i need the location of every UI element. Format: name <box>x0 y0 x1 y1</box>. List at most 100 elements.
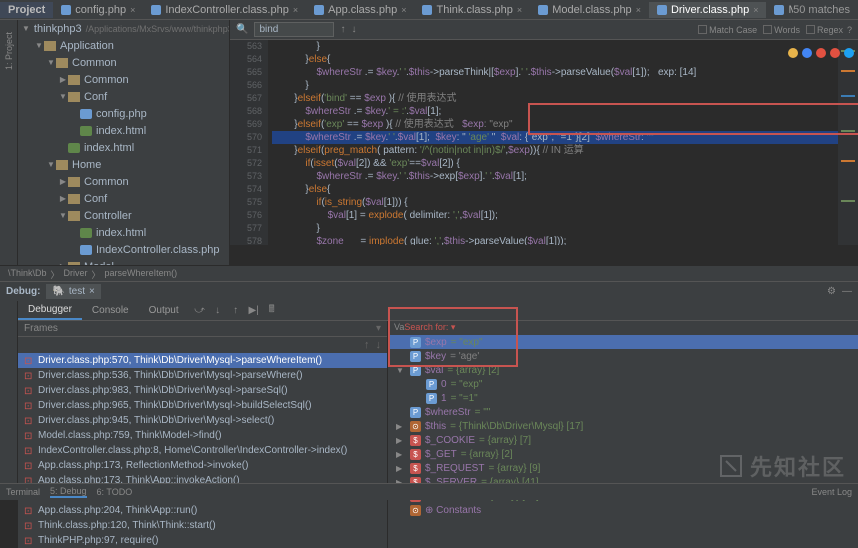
frame-icon: ⊡ <box>24 371 34 381</box>
tree-node[interactable]: ▶Common <box>18 71 229 88</box>
tree-node[interactable]: config.php <box>18 105 229 122</box>
tree-node[interactable]: ▶Common <box>18 173 229 190</box>
variable-row[interactable]: ▶⊙$this = {Think\Db\Driver\Mysql} [17] <box>388 419 858 433</box>
close-icon[interactable]: × <box>517 5 522 15</box>
debug-rail <box>0 301 18 483</box>
stack-frame[interactable]: ⊡App.class.php:173, ReflectionMethod->in… <box>18 458 387 473</box>
file-tab[interactable]: config.php× <box>53 2 143 18</box>
stack-frame[interactable]: ⊡Think.class.php:120, Think\Think::start… <box>18 518 387 533</box>
frame-icon: ⊡ <box>24 401 34 411</box>
project-toolwindow-label[interactable]: Project <box>0 2 53 18</box>
tree-node[interactable]: ▼Application <box>18 37 229 54</box>
frame-icon: ⊡ <box>24 386 34 396</box>
regex-checkbox[interactable] <box>806 25 815 34</box>
close-icon[interactable]: × <box>636 5 641 15</box>
minimap[interactable] <box>838 40 858 245</box>
project-tree[interactable]: ▼thinkphp3/Applications/MxSrvs/www/think… <box>18 20 230 265</box>
match-case-checkbox[interactable] <box>698 25 707 34</box>
tree-node[interactable]: ▼Controller <box>18 207 229 224</box>
code-editor[interactable]: 🔍 ↑ ↓ Match Case Words Regex? 5635645655… <box>230 20 858 265</box>
stack-frame[interactable]: ⊡Driver.class.php:983, Think\Db\Driver\M… <box>18 383 387 398</box>
var-badge-icon: P <box>410 337 421 348</box>
var-badge-icon: P <box>410 365 421 376</box>
tree-node[interactable]: IndexController.class.php <box>18 241 229 258</box>
folder-icon <box>68 75 80 85</box>
debug-config[interactable]: 🐘test× <box>46 284 100 299</box>
nav-up-icon[interactable]: ↑ <box>364 339 370 351</box>
tree-node[interactable]: ▼Home <box>18 156 229 173</box>
stack-frame[interactable]: ⊡IndexController.class.php:8, Home\Contr… <box>18 443 387 458</box>
step-into-icon[interactable]: ↓ <box>211 305 225 316</box>
event-log[interactable]: Event Log <box>811 487 852 497</box>
debug-tool[interactable]: 5: Debug <box>50 486 87 498</box>
file-tab[interactable]: Mysql.class.php× <box>766 2 793 18</box>
debug-toolbar: Debug: 🐘test× ⚙ — <box>0 281 858 301</box>
nav-down-icon[interactable]: ↓ <box>376 339 382 351</box>
stack-frame[interactable]: ⊡Driver.class.php:570, Think\Db\Driver\M… <box>18 353 387 368</box>
variable-row[interactable]: ⊙⊕ Constants <box>388 503 858 517</box>
step-over-icon[interactable]: ⤻ <box>193 305 207 316</box>
breadcrumb[interactable]: \Think\Db〉Driver〉parseWhereItem() <box>0 265 858 281</box>
stack-frame[interactable]: ⊡ThinkPHP.php:97, require() <box>18 533 387 548</box>
frame-icon: ⊡ <box>24 416 34 426</box>
debug-tabs: Debugger Console Output ⤻ ↓ ↑ ▶| 🖩 <box>18 301 858 321</box>
tree-node[interactable]: ▼thinkphp3/Applications/MxSrvs/www/think… <box>18 20 229 37</box>
close-icon[interactable]: × <box>293 5 298 15</box>
variable-row[interactable]: ▼P$val = {array} [2] <box>388 363 858 377</box>
stack-frame[interactable]: ⊡Driver.class.php:536, Think\Db\Driver\M… <box>18 368 387 383</box>
tab-console[interactable]: Console <box>82 302 139 319</box>
find-bar: 🔍 ↑ ↓ Match Case Words Regex? <box>230 20 858 40</box>
variable-row[interactable]: P1 = "=1" <box>388 391 858 405</box>
variable-row[interactable]: ▶$$_COOKIE = {array} [7] <box>388 433 858 447</box>
close-icon[interactable]: × <box>753 5 758 15</box>
code-lines[interactable]: } }else{ $whereStr .= $key.' '.$this->pa… <box>268 40 838 245</box>
var-badge-icon: $ <box>410 435 421 446</box>
stack-frame[interactable]: ⊡Driver.class.php:945, Think\Db\Driver\M… <box>18 413 387 428</box>
tab-debugger[interactable]: Debugger <box>18 301 82 320</box>
run-to-cursor-icon[interactable]: ▶| <box>247 305 261 316</box>
step-out-icon[interactable]: ↑ <box>229 305 243 316</box>
next-match-button[interactable]: ↓ <box>351 24 356 35</box>
close-icon[interactable]: × <box>130 5 135 15</box>
close-icon[interactable]: × <box>401 5 406 15</box>
tree-node[interactable]: index.html <box>18 122 229 139</box>
file-tab[interactable]: Driver.class.php× <box>649 2 767 18</box>
frame-icon: ⊡ <box>24 506 34 516</box>
hide-icon[interactable]: — <box>842 286 852 297</box>
stack-frame[interactable]: ⊡App.class.php:204, Think\App::run() <box>18 503 387 518</box>
frame-icon: ⊡ <box>24 461 34 471</box>
eval-icon[interactable]: 🖩 <box>265 302 279 319</box>
terminal-tool[interactable]: Terminal <box>6 487 40 497</box>
rail-project[interactable]: 1: Project <box>4 32 14 70</box>
frame-icon: ⊡ <box>24 446 34 456</box>
folder-icon <box>68 92 80 102</box>
todo-tool[interactable]: 6: TODO <box>97 487 133 497</box>
folder-icon <box>56 58 68 68</box>
variables-panel: VaSearch for: ▾ P$exp = "exp"P$key = 'ag… <box>388 321 858 548</box>
tree-node[interactable]: ▶Model <box>18 258 229 265</box>
tree-node[interactable]: ▶Conf <box>18 190 229 207</box>
tab-output[interactable]: Output <box>139 302 189 319</box>
folder-icon <box>56 160 68 170</box>
stack-frame[interactable]: ⊡Model.class.php:759, Think\Model->find(… <box>18 428 387 443</box>
variable-row[interactable]: P$key = 'age' <box>388 349 858 363</box>
vars-search-label: Search for: <box>404 322 448 332</box>
search-input[interactable] <box>254 22 334 37</box>
file-tab[interactable]: App.class.php× <box>306 2 414 18</box>
variable-row[interactable]: P$exp = "exp" <box>388 335 858 349</box>
words-checkbox[interactable] <box>763 25 772 34</box>
gutter: 5635645655665675685695705715725735745755… <box>230 40 268 245</box>
tree-node[interactable]: index.html <box>18 139 229 156</box>
tree-node[interactable]: ▼Conf <box>18 88 229 105</box>
gear-icon[interactable]: ⚙ <box>827 286 836 297</box>
tree-node[interactable]: ▼Common <box>18 54 229 71</box>
file-icon <box>80 245 92 255</box>
file-tab[interactable]: Think.class.php× <box>414 2 530 18</box>
file-tab[interactable]: Model.class.php× <box>530 2 649 18</box>
file-tab[interactable]: IndexController.class.php× <box>143 2 306 18</box>
stack-frame[interactable]: ⊡Driver.class.php:965, Think\Db\Driver\M… <box>18 398 387 413</box>
prev-match-button[interactable]: ↑ <box>340 24 345 35</box>
tree-node[interactable]: index.html <box>18 224 229 241</box>
variable-row[interactable]: P0 = "exp" <box>388 377 858 391</box>
variable-row[interactable]: P$whereStr = "" <box>388 405 858 419</box>
